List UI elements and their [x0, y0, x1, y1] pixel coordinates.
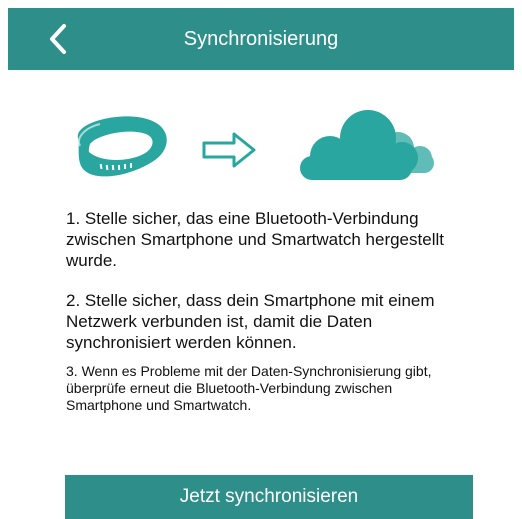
sync-now-button[interactable]: Jetzt synchronisieren [65, 475, 473, 519]
cloud-icon [300, 110, 434, 180]
top-bar: Synchronisierung [8, 8, 514, 70]
fitness-band-icon [77, 116, 167, 177]
back-button[interactable] [38, 18, 78, 60]
arrow-right-icon [202, 132, 256, 168]
chevron-left-icon [50, 24, 66, 54]
sync-screen: Synchronisierung 1. Stelle sicher, das e… [0, 0, 522, 519]
instruction-step-1: 1. Stelle sicher, das eine Bluetooth-Ver… [66, 209, 444, 270]
sync-illustration [77, 110, 434, 180]
instruction-step-3: 3. Wenn es Probleme mit der Daten-Synchr… [66, 363, 432, 413]
page-title: Synchronisierung [183, 28, 339, 50]
instruction-step-2: 2. Stelle sicher, dass dein Smartphone m… [66, 291, 435, 352]
